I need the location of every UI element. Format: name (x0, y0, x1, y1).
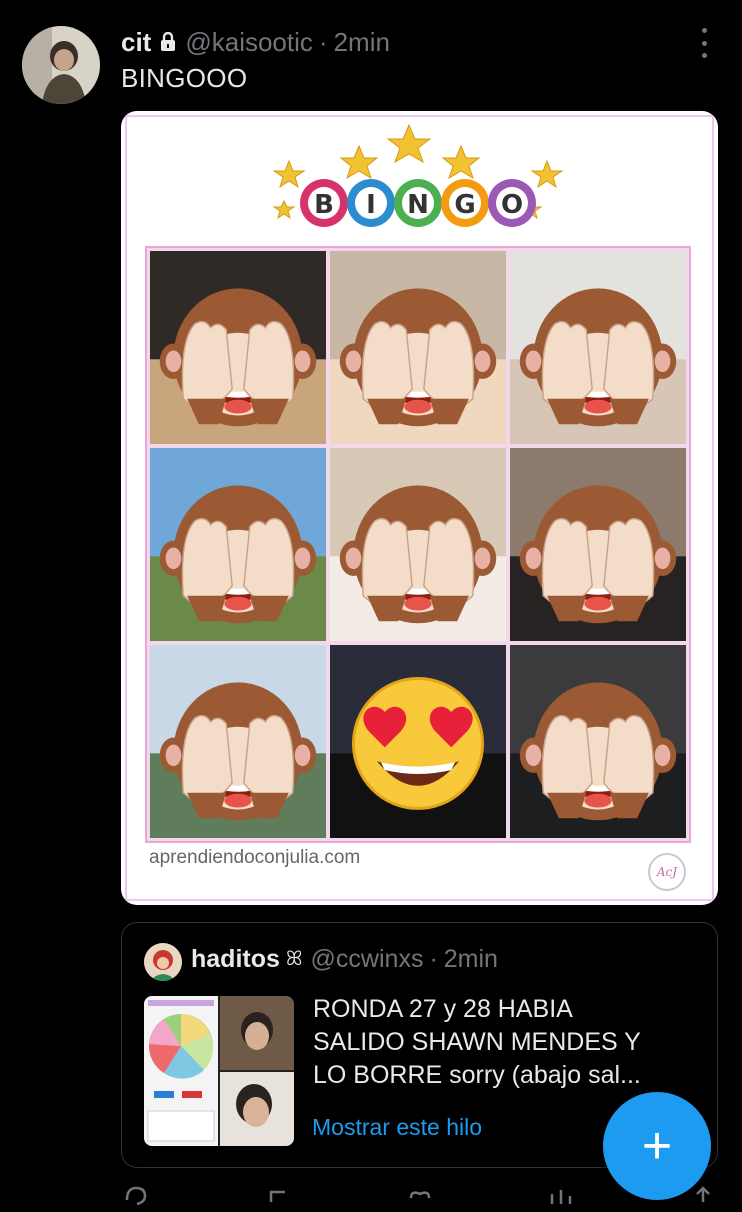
quoted-author-name[interactable]: haditos (191, 945, 280, 974)
quoted-text-line: SALIDO SHAWN MENDES Y (313, 1028, 641, 1056)
tweet-header: cit @kaisootic · 2min (121, 24, 672, 60)
bingo-grid (145, 246, 691, 843)
svg-text:I: I (366, 190, 376, 220)
bingo-cell (510, 448, 686, 641)
like-icon[interactable] (405, 1182, 435, 1212)
bingo-cell (510, 645, 686, 838)
bingo-cell (330, 251, 506, 444)
quoted-text: RONDA 27 y 28 HABIA SALIDO SHAWN MENDES … (313, 993, 693, 1092)
bingo-cell (330, 448, 506, 641)
tweet[interactable]: cit @kaisootic · 2min BINGOOO B I N G O … (0, 0, 742, 1206)
svg-text:B: B (314, 190, 334, 220)
see-no-evil-monkey-icon (510, 448, 686, 641)
see-no-evil-monkey-icon (150, 448, 326, 641)
svg-text:O: O (501, 190, 523, 220)
tweet-text: BINGOOO (121, 63, 248, 93)
see-no-evil-monkey-icon (330, 251, 506, 444)
author-name[interactable]: cit (121, 27, 151, 58)
lock-icon (159, 32, 177, 52)
views-icon[interactable] (546, 1182, 576, 1212)
see-no-evil-monkey-icon (330, 448, 506, 641)
retweet-icon[interactable] (263, 1182, 293, 1212)
show-thread-link[interactable]: Mostrar este hilo (312, 1114, 482, 1141)
svg-text:N: N (407, 190, 429, 220)
separator-dot: · (429, 945, 438, 973)
quoted-author-handle[interactable]: @ccwinxs (311, 945, 424, 974)
butterfly-icon: ꕤ (285, 948, 303, 970)
separator-dot: · (318, 26, 328, 57)
bingo-cell (510, 251, 686, 444)
bingo-cell (150, 448, 326, 641)
watermark-site: aprendiendoconjulia.com (149, 847, 361, 868)
avatar[interactable] (22, 26, 100, 104)
timestamp[interactable]: 2min (334, 27, 390, 58)
author-handle[interactable]: @kaisootic (185, 27, 313, 58)
heart-eyes-emoji-icon (330, 645, 506, 838)
see-no-evil-monkey-icon (510, 645, 686, 838)
see-no-evil-monkey-icon (150, 251, 326, 444)
svg-text:G: G (454, 190, 475, 220)
quoted-avatar[interactable] (144, 943, 182, 981)
quoted-header: haditos ꕤ @ccwinxs · 2min (191, 945, 498, 974)
bingo-banner: B I N G O (272, 123, 564, 227)
quoted-timestamp[interactable]: 2min (444, 945, 498, 974)
quoted-text-line: LO BORRE sorry (abajo sal... (313, 1061, 641, 1089)
more-options-icon[interactable] (692, 28, 716, 58)
quoted-media-thumbnail[interactable] (144, 996, 294, 1146)
reply-icon[interactable] (121, 1182, 151, 1212)
tweet-media-image[interactable]: B I N G O aprendiendoconjulia.com AcJ (121, 111, 718, 905)
site-logo: AcJ (648, 853, 686, 891)
bingo-cell (150, 251, 326, 444)
quoted-text-line: RONDA 27 y 28 HABIA (313, 995, 573, 1023)
bingo-cell (150, 645, 326, 838)
compose-plus-icon: + (641, 1117, 673, 1175)
compose-button[interactable]: + (603, 1092, 711, 1200)
see-no-evil-monkey-icon (510, 251, 686, 444)
bingo-cell (330, 645, 506, 838)
see-no-evil-monkey-icon (150, 645, 326, 838)
